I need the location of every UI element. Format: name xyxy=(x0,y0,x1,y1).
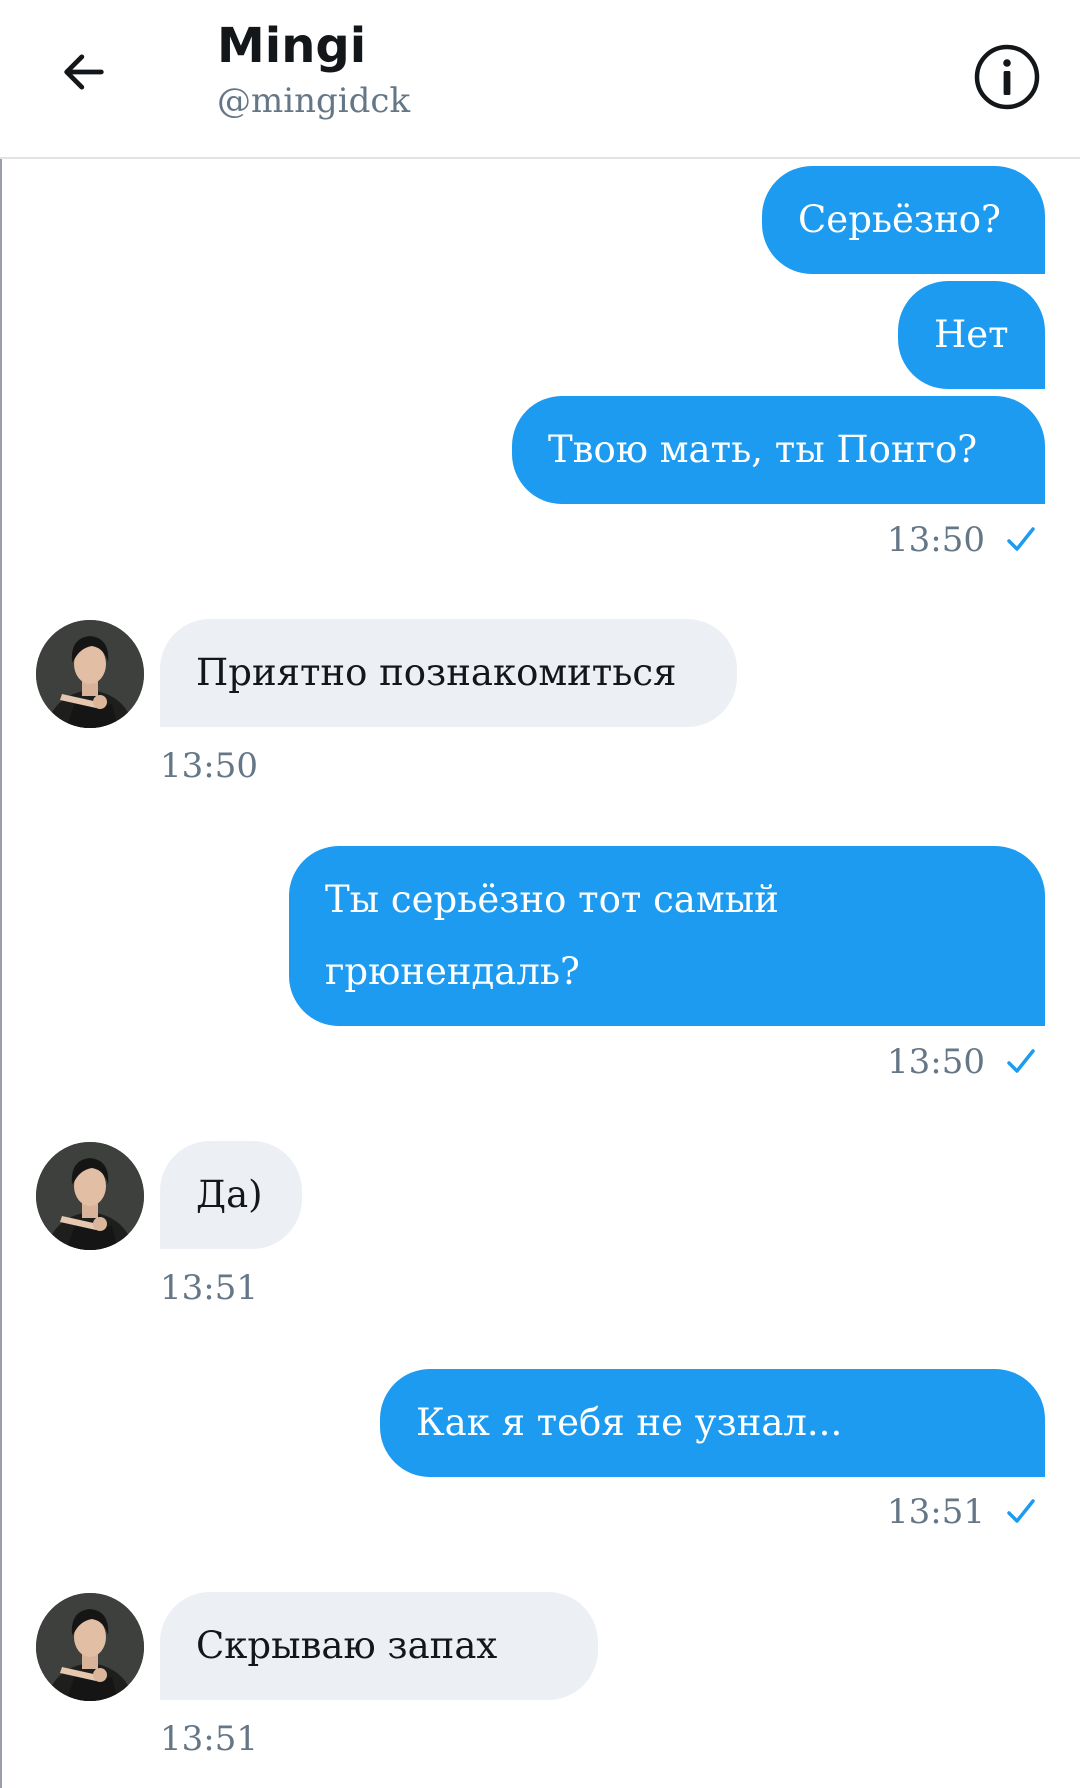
back-button[interactable] xyxy=(48,36,120,108)
message-text: Серьёзно? xyxy=(798,198,1001,241)
message-text: Как я тебя не узнал... xyxy=(416,1401,843,1444)
arrow-left-icon xyxy=(64,54,104,90)
message-text: Да) xyxy=(196,1173,263,1216)
message-timestamp: 13:50 xyxy=(160,746,258,786)
message-meta: 13:50 xyxy=(887,1040,1037,1084)
message-meta: 13:51 xyxy=(887,1490,1037,1534)
message-text: Нет xyxy=(934,313,1009,356)
contact-handle: @mingidck xyxy=(217,81,411,121)
message-bubble-sent[interactable]: Серьёзно? xyxy=(762,166,1045,274)
message-bubble-sent[interactable]: Как я тебя не узнал... xyxy=(380,1369,1045,1477)
message-text: Скрываю запах xyxy=(196,1624,498,1667)
info-button[interactable] xyxy=(972,42,1042,112)
message-bubble-sent[interactable]: Нет xyxy=(898,281,1045,389)
message-bubble-received[interactable]: Скрываю запах xyxy=(160,1592,598,1700)
message-bubble-received[interactable]: Да) xyxy=(160,1141,302,1249)
contact-name[interactable]: Mingi xyxy=(217,14,366,78)
message-timestamp: 13:51 xyxy=(160,1719,258,1759)
message-timestamp: 13:51 xyxy=(160,1268,258,1308)
message-text: Твою мать, ты Понго? xyxy=(548,428,978,471)
read-check-icon xyxy=(1005,524,1037,556)
message-timestamp: 13:50 xyxy=(887,1042,985,1082)
message-meta: 13:50 xyxy=(887,518,1037,562)
message-timestamp: 13:50 xyxy=(887,520,985,560)
message-timestamp: 13:51 xyxy=(887,1492,985,1532)
read-check-icon xyxy=(1005,1496,1037,1528)
contact-avatar[interactable] xyxy=(36,1142,144,1250)
message-text: Приятно познакомиться xyxy=(196,651,677,694)
message-bubble-sent[interactable]: Твою мать, ты Понго? xyxy=(512,396,1045,504)
conversation-header: Mingi @mingidck xyxy=(0,0,1080,159)
message-bubble-sent[interactable]: Ты серьёзно тот самый грюнендаль? xyxy=(289,846,1045,1026)
contact-avatar[interactable] xyxy=(36,1593,144,1701)
message-text: Ты серьёзно тот самый xyxy=(325,878,779,921)
window-edge xyxy=(0,0,2,1788)
message-text-line2: грюнендаль? xyxy=(325,950,580,993)
message-bubble-received[interactable]: Приятно познакомиться xyxy=(160,619,737,727)
contact-avatar[interactable] xyxy=(36,620,144,728)
info-circle-icon xyxy=(974,44,1040,110)
read-check-icon xyxy=(1005,1046,1037,1078)
